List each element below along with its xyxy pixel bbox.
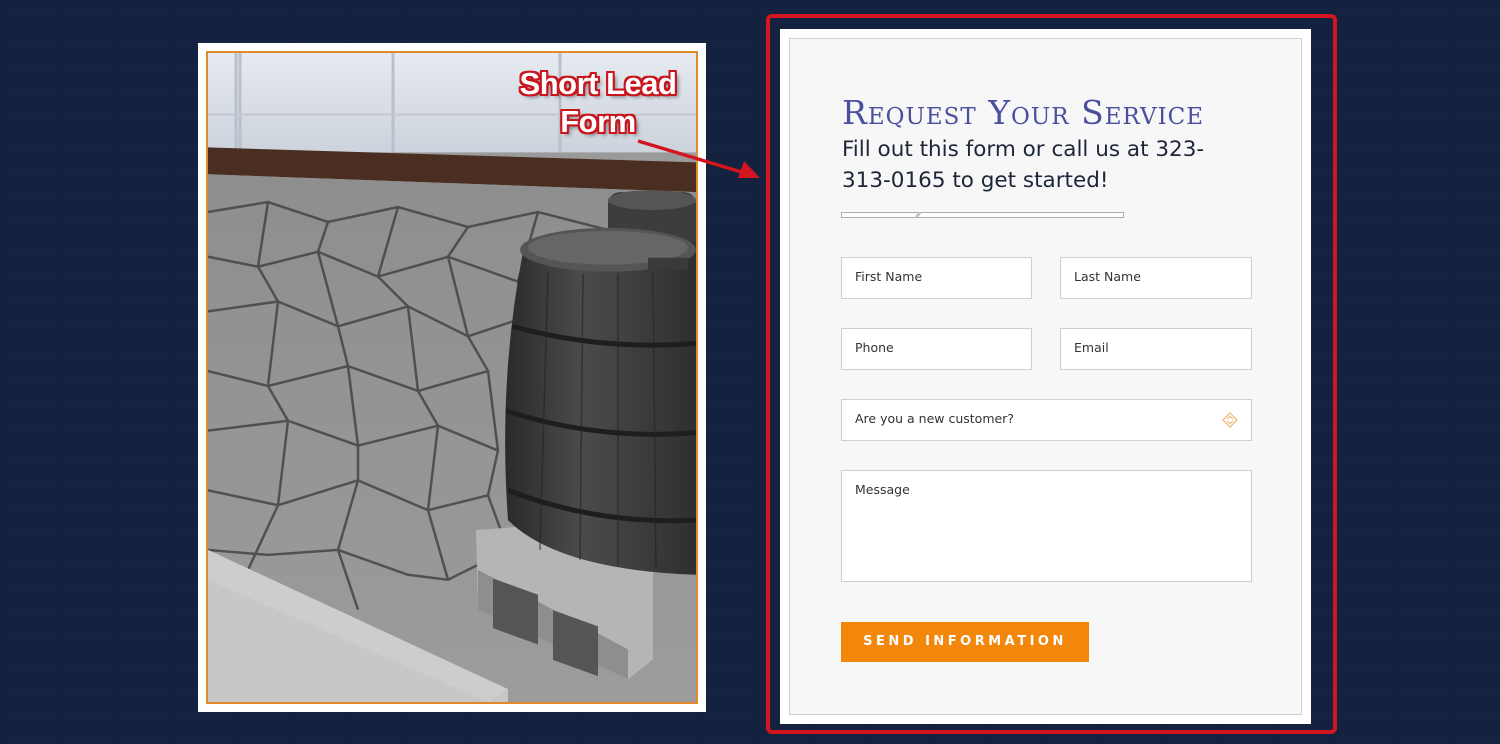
form-title: Request Your Service [842,93,1205,132]
first-name-field[interactable]: First Name [841,257,1032,299]
patio-photo-image [208,53,696,702]
diamond-chevron-icon [1222,412,1238,428]
new-customer-placeholder: Are you a new customer? [855,411,1014,426]
lead-form-card: Request Your Service Fill out this form … [780,29,1311,724]
phone-placeholder: Phone [855,340,894,355]
phone-field[interactable]: Phone [841,328,1032,370]
send-information-button[interactable]: SEND INFORMATION [841,622,1089,662]
message-placeholder: Message [855,482,910,497]
form-subtitle: Fill out this form or call us at 323-313… [842,137,1205,193]
message-textarea[interactable]: Message [841,470,1252,582]
lead-form: Request Your Service Fill out this form … [789,38,1302,715]
title-divider [841,212,1124,218]
email-placeholder: Email [1074,340,1109,355]
first-name-placeholder: First Name [855,269,923,284]
red-arrow-icon [637,139,760,178]
last-name-field[interactable]: Last Name [1060,257,1252,299]
new-customer-select[interactable]: Are you a new customer? [841,399,1252,441]
last-name-placeholder: Last Name [1074,269,1141,284]
email-field[interactable]: Email [1060,328,1252,370]
patio-photo: Short Lead Form [206,51,698,704]
callout-line-1: Short Lead [519,66,677,101]
